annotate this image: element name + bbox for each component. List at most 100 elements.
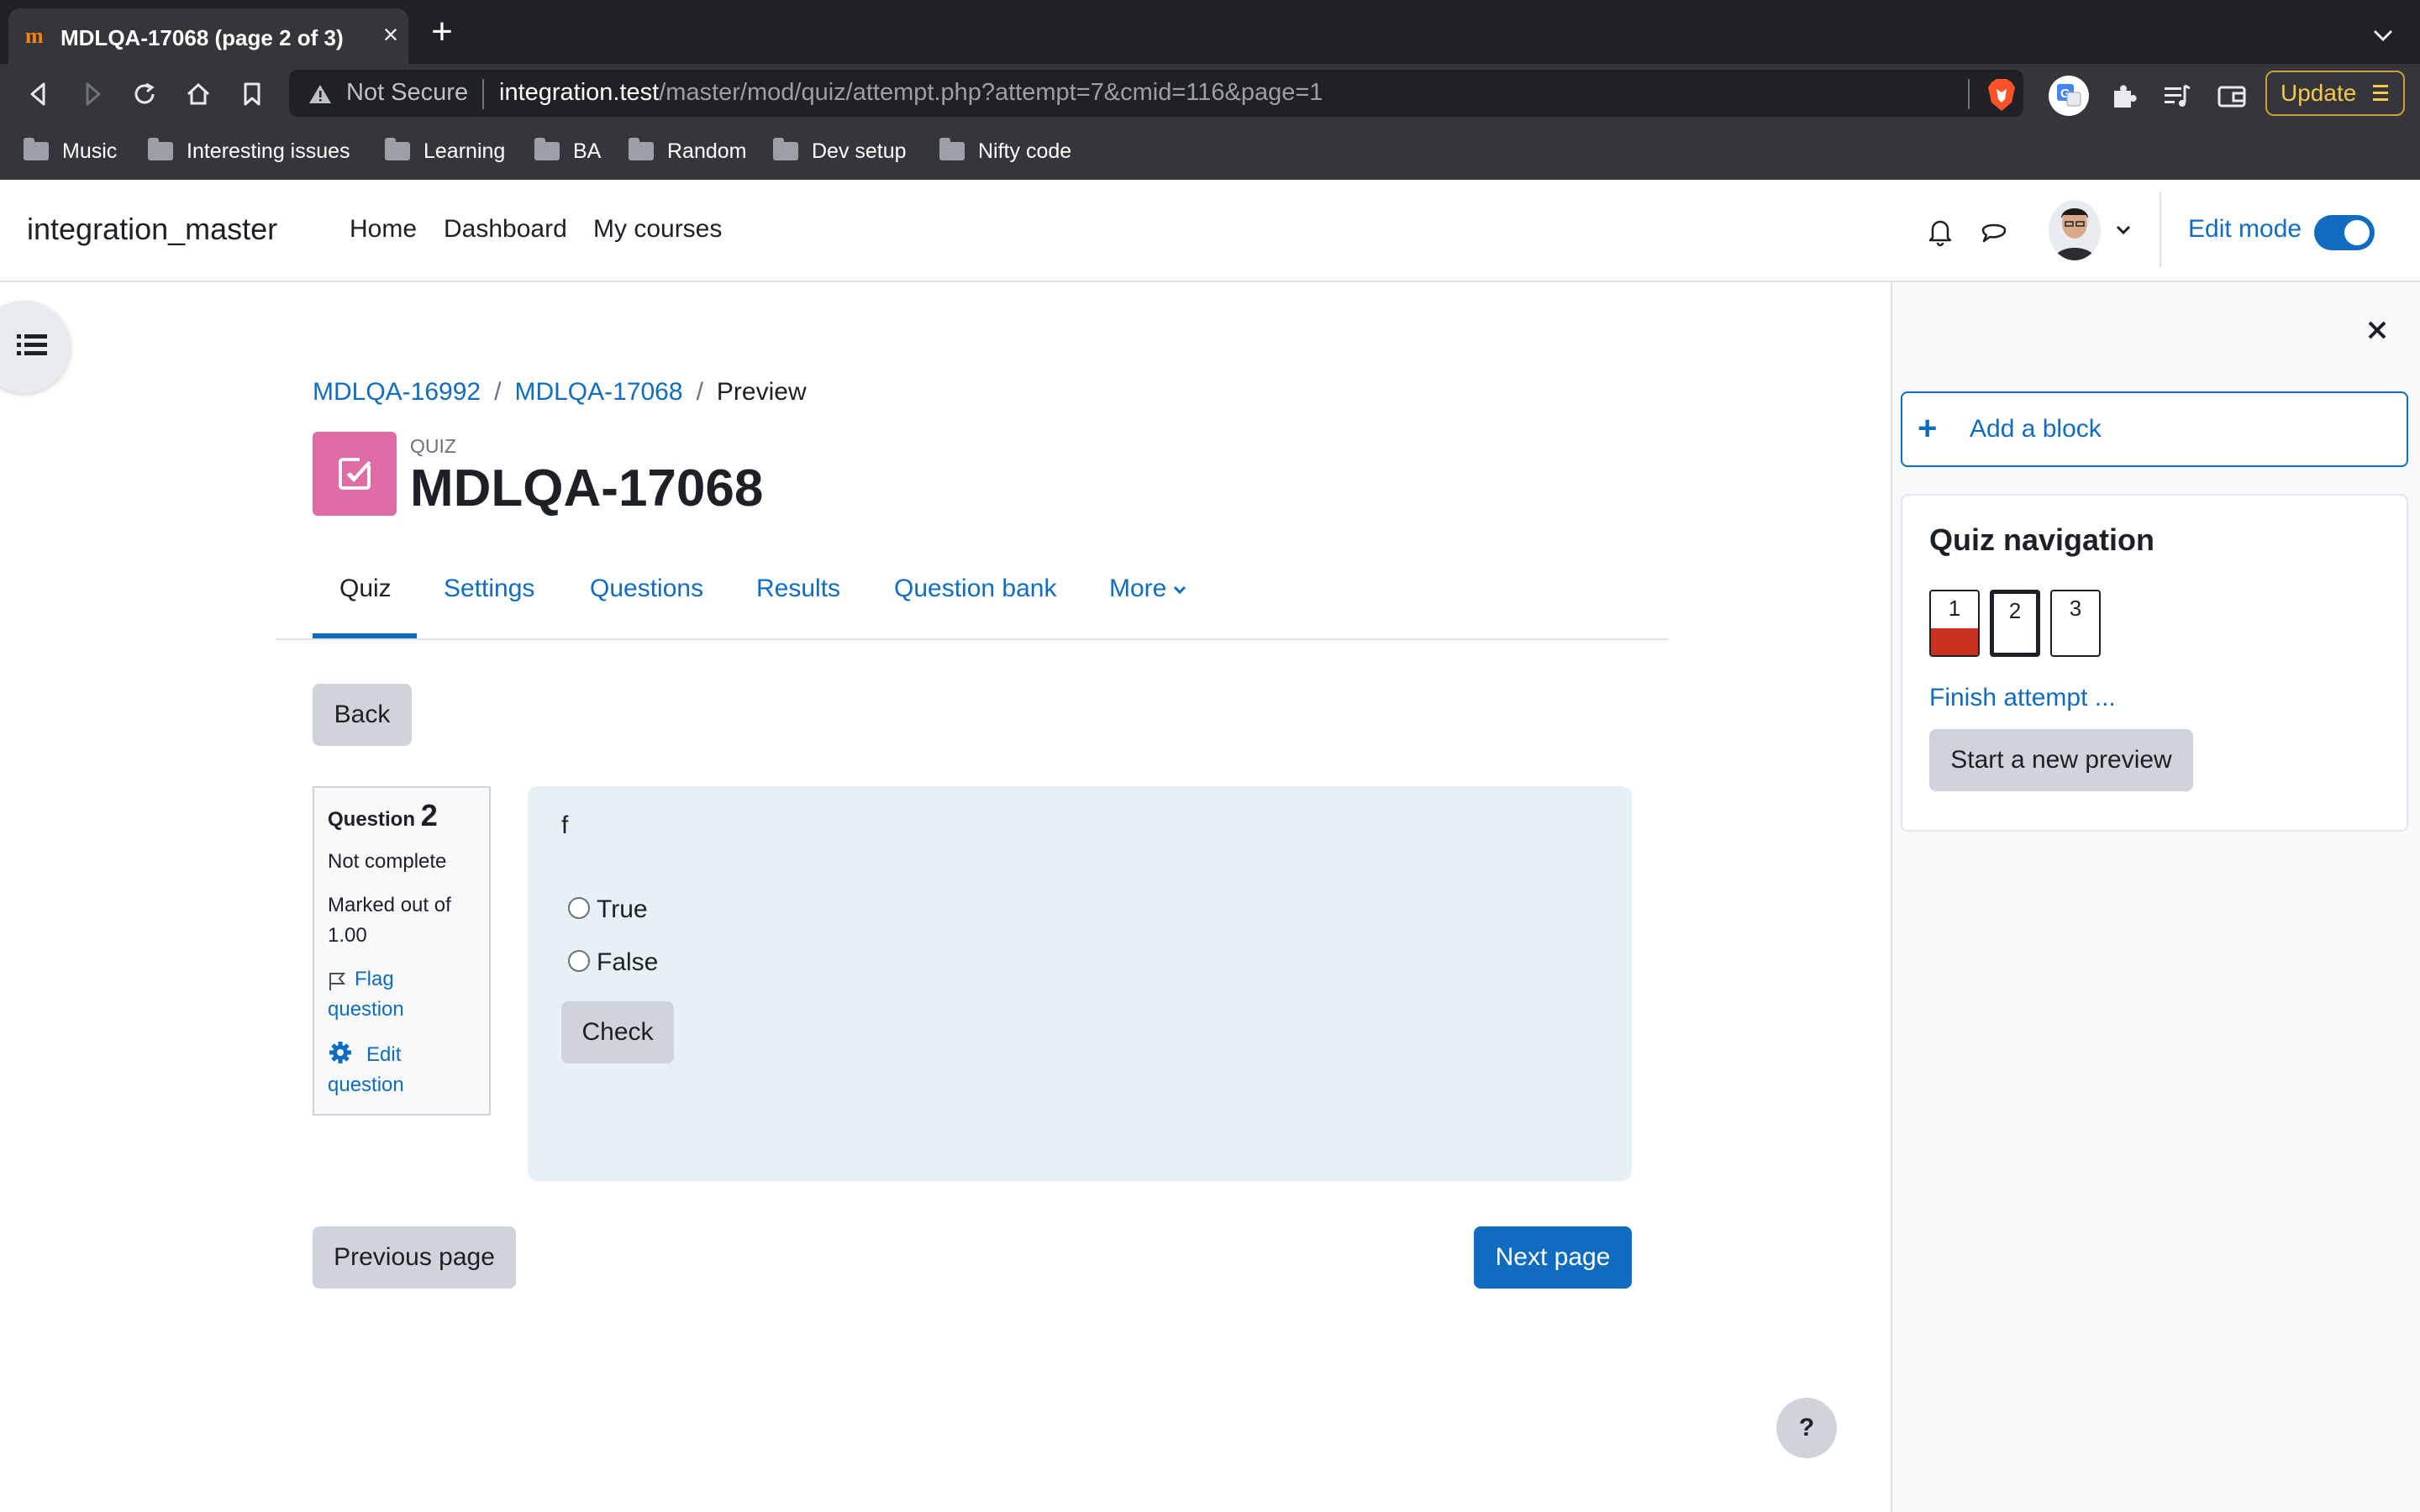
media-controls-icon[interactable] <box>2160 79 2193 113</box>
quiz-nav-question-3[interactable]: 3 <box>2050 590 2101 657</box>
tab-results[interactable]: Results <box>756 575 840 603</box>
add-block-label[interactable]: Add a block <box>1970 415 2102 444</box>
help-label: ? <box>1798 1414 1815 1441</box>
flag-icon[interactable] <box>328 971 346 991</box>
nav-dashboard[interactable]: Dashboard <box>444 215 567 244</box>
chevron-down-icon <box>1174 586 1186 595</box>
check-button[interactable]: Check <box>561 1001 674 1063</box>
tab-settings[interactable]: Settings <box>444 575 534 603</box>
notifications-bell-icon[interactable] <box>1924 215 1956 247</box>
flag-question-link[interactable]: Flag <box>355 968 394 991</box>
new-tab-icon[interactable]: + <box>425 13 459 50</box>
question-state: Not complete <box>328 850 447 873</box>
folder-icon <box>629 138 654 160</box>
close-tab-icon[interactable]: × <box>376 20 405 49</box>
flag-question-link-line2[interactable]: question <box>328 998 404 1021</box>
quiz-nav-question-2[interactable]: 2 <box>1990 590 2040 657</box>
answer-label-true[interactable]: True <box>597 895 648 924</box>
not-secure-label[interactable]: Not Secure <box>346 79 468 107</box>
url-text[interactable]: integration.test/master/mod/quiz/attempt… <box>499 79 1323 107</box>
browser-tab-active[interactable]: m MDLQA-17068 (page 2 of 3) × <box>8 8 408 64</box>
back-arrow-icon[interactable] <box>20 76 57 113</box>
folder-icon <box>534 138 560 160</box>
close-drawer-icon[interactable] <box>2365 318 2390 343</box>
page-title: MDLQA-17068 <box>410 459 764 517</box>
bookmark-folder-nifty-code[interactable]: Nifty code <box>939 134 1071 168</box>
plus-icon: + <box>1918 410 1938 447</box>
bookmark-label: Learning <box>424 139 506 163</box>
bookmark-label: Nifty code <box>978 139 1072 163</box>
home-icon[interactable] <box>180 76 217 113</box>
url-path: /master/mod/quiz/attempt.php?attempt=7&c… <box>659 79 1323 106</box>
user-avatar[interactable] <box>2049 200 2101 260</box>
breadcrumb: MDLQA-16992 / MDLQA-17068 / Preview <box>313 378 807 407</box>
edit-question-link-line2[interactable]: question <box>328 1074 404 1097</box>
translate-extension-icon[interactable]: G <box>2049 76 2089 116</box>
start-new-preview-button[interactable]: Start a new preview <box>1929 729 2193 791</box>
brave-shield-icon[interactable] <box>1985 77 2018 113</box>
next-page-button[interactable]: Next page <box>1474 1226 1632 1289</box>
puzzle-extensions-icon[interactable] <box>2107 79 2141 113</box>
tab-quiz[interactable]: Quiz <box>339 575 392 603</box>
quiz-nav-number: 3 <box>2069 596 2082 621</box>
bookmark-folder-learning[interactable]: Learning <box>385 134 505 168</box>
breadcrumb-course-link[interactable]: MDLQA-16992 <box>313 378 481 406</box>
omnibox-divider-right <box>1968 79 1970 109</box>
folder-icon <box>939 138 965 160</box>
bookmark-folder-interesting-issues[interactable]: Interesting issues <box>148 134 350 168</box>
question-info-panel <box>313 786 491 1116</box>
gear-icon[interactable] <box>328 1040 353 1065</box>
question-grade-value: 1.00 <box>328 924 367 947</box>
user-menu-chevron-icon[interactable] <box>2112 218 2134 240</box>
site-name[interactable]: integration_master <box>27 212 277 247</box>
breadcrumb-separator: / <box>696 378 703 406</box>
answer-radio-false[interactable] <box>568 950 590 972</box>
question-number-heading: Question 2 <box>328 798 438 833</box>
bookmark-folder-random[interactable]: Random <box>629 134 747 168</box>
quiz-nav-number: 1 <box>1948 596 1961 621</box>
tab-questions[interactable]: Questions <box>590 575 703 603</box>
browser-tab-title: MDLQA-17068 (page 2 of 3) <box>60 25 344 50</box>
bookmark-label: Music <box>62 139 118 163</box>
nav-home[interactable]: Home <box>350 215 417 244</box>
question-grade-label: Marked out of <box>328 894 451 916</box>
bookmark-icon[interactable] <box>234 76 271 113</box>
bookmark-folder-music[interactable]: Music <box>24 134 117 168</box>
bookmark-folder-ba[interactable]: BA <box>534 134 601 168</box>
tab-more[interactable]: More <box>1109 575 1188 603</box>
forward-arrow-icon[interactable] <box>74 76 111 113</box>
messages-chat-icon[interactable] <box>1978 215 2010 247</box>
tab-search-chevron-icon[interactable] <box>2366 18 2400 52</box>
tab-question-bank[interactable]: Question bank <box>894 575 1056 603</box>
start-new-preview-label: Start a new preview <box>1950 746 2172 774</box>
browser-update-label: Update <box>2281 80 2357 106</box>
help-button[interactable]: ? <box>1776 1398 1837 1458</box>
wallet-icon[interactable] <box>2215 79 2249 113</box>
warning-triangle-icon[interactable] <box>308 82 333 106</box>
breadcrumb-current: Preview <box>716 378 807 406</box>
edit-question-link[interactable]: Edit <box>366 1043 401 1067</box>
browser-update-button[interactable]: Update <box>2265 71 2405 116</box>
previous-page-button[interactable]: Previous page <box>313 1226 516 1289</box>
edit-mode-label[interactable]: Edit mode <box>2188 215 2302 244</box>
back-button[interactable]: Back <box>313 684 412 746</box>
nav-my-courses[interactable]: My courses <box>593 215 722 244</box>
module-type-label: QUIZ <box>410 435 456 457</box>
quiz-nav-number: 2 <box>2008 598 2022 623</box>
answer-label-false[interactable]: False <box>597 948 658 977</box>
active-tab-indicator <box>313 633 417 638</box>
omnibox-divider <box>482 79 484 109</box>
folder-icon <box>385 138 410 160</box>
finish-attempt-link[interactable]: Finish attempt ... <box>1929 684 2116 712</box>
quiz-nav-question-1[interactable]: 1 <box>1929 590 1980 657</box>
reload-icon[interactable] <box>126 76 163 113</box>
moodle-favicon-icon: m <box>25 24 44 48</box>
url-host: integration.test <box>499 79 660 106</box>
breadcrumb-quiz-link[interactable]: MDLQA-17068 <box>514 378 682 406</box>
edit-mode-toggle-knob <box>2344 220 2370 245</box>
bookmark-folder-dev-setup[interactable]: Dev setup <box>773 134 907 168</box>
answer-radio-true[interactable] <box>568 897 590 919</box>
tab-more-label: More <box>1109 575 1167 602</box>
breadcrumb-separator: / <box>494 378 502 406</box>
folder-icon <box>773 138 798 160</box>
